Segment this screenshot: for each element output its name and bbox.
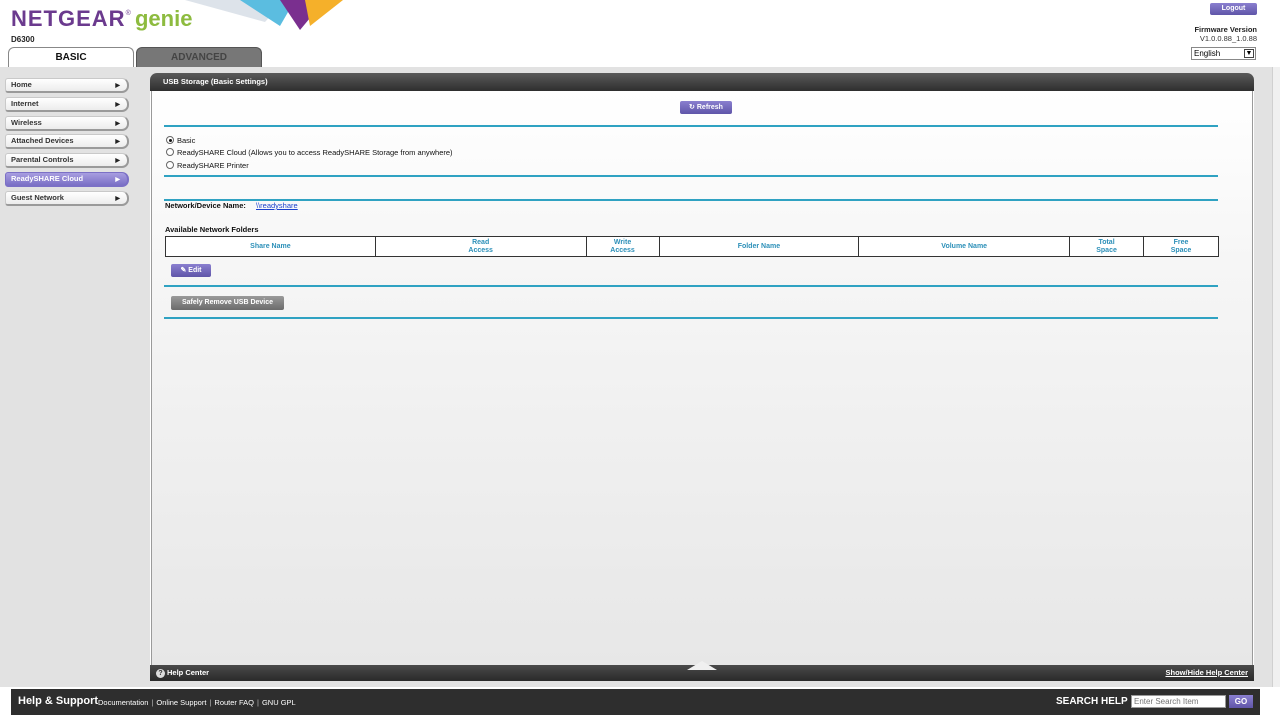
tab-advanced[interactable]: ADVANCED	[136, 47, 262, 67]
column-header-volume-name: Volume Name	[858, 236, 1071, 257]
radio-label: ReadySHARE Cloud (Allows you to access R…	[177, 148, 453, 157]
network-device-name-label: Network/Device Name:	[165, 201, 246, 210]
radio-option-readyshare-cloud[interactable]: ReadySHARE Cloud (Allows you to access R…	[166, 148, 453, 157]
usb-storage-panel: USB Storage (Basic Settings) ↻ Refresh B…	[150, 73, 1254, 681]
link-separator: |	[209, 698, 212, 707]
router-model: D6300	[11, 35, 35, 44]
sidebar-item-label: Guest Network	[11, 192, 64, 202]
refresh-icon: ↻	[689, 104, 695, 111]
sidebar-item-readyshare-cloud[interactable]: ReadySHARE Cloud ▶	[5, 171, 129, 187]
edit-button[interactable]: ✎ Edit	[171, 264, 211, 277]
netgear-genie-logo: NETGEAR® genie	[11, 6, 192, 32]
sidebar-item-label: ReadySHARE Cloud	[11, 173, 84, 183]
radio-button[interactable]	[166, 161, 174, 170]
language-select[interactable]: English ▼	[1191, 47, 1256, 60]
logout-button[interactable]: Logout	[1210, 3, 1257, 15]
section-divider	[164, 175, 1218, 177]
arrow-right-icon: ▶	[115, 101, 120, 108]
section-divider	[164, 285, 1218, 287]
firmware-version-value: V1.0.0.88_1.0.88	[1199, 34, 1257, 43]
radio-label: ReadySHARE Printer	[177, 161, 249, 170]
safely-remove-usb-button[interactable]: Safely Remove USB Device	[171, 296, 284, 310]
search-help-label: SEARCH HELP	[1056, 696, 1128, 707]
arrow-right-icon: ▶	[115, 139, 120, 146]
sidebar-item-label: Attached Devices	[11, 136, 74, 146]
link-separator: |	[257, 698, 259, 707]
logo-swoosh-graphic	[185, 0, 343, 30]
help-center-label: Help Center	[167, 668, 210, 677]
header: NETGEAR® genie D6300 BASIC ADVANCED Logo…	[0, 0, 1280, 67]
section-divider	[164, 317, 1218, 319]
search-help-input[interactable]	[1131, 695, 1226, 708]
table-header-row: Share Name Read Access Write Access Folder…	[165, 236, 1219, 257]
refresh-button-label: Refresh	[696, 104, 723, 111]
arrow-right-icon: ▶	[115, 120, 120, 127]
radio-button[interactable]	[166, 148, 174, 157]
network-folders-table: Share Name Read Access Write Access Folder…	[165, 236, 1219, 257]
panel-content: ↻ Refresh Basic ReadySHARE Cloud (Allows…	[151, 91, 1253, 665]
help-center-toggle[interactable]: ? Help Center	[156, 668, 209, 678]
page-scrollbar[interactable]	[1272, 67, 1280, 687]
radio-option-readyshare-printer[interactable]: ReadySHARE Printer	[166, 161, 249, 170]
sidebar-item-wireless[interactable]: Wireless ▶	[5, 115, 129, 131]
brand-registered-mark: ®	[125, 10, 131, 17]
column-header-read-access: Read Access	[374, 236, 587, 257]
firmware-version-label: Firmware Version	[1194, 25, 1257, 34]
sidebar-item-internet[interactable]: Internet ▶	[5, 96, 129, 112]
sidebar-item-attached-devices[interactable]: Attached Devices ▶	[5, 134, 129, 150]
sidebar-item-guest-network[interactable]: Guest Network ▶	[5, 190, 129, 206]
pencil-icon: ✎	[180, 267, 187, 274]
question-icon: ?	[156, 669, 165, 678]
column-header-folder-name: Folder Name	[658, 236, 860, 257]
help-support-links: Documentation | Online Support | Router FAQ |…	[98, 698, 296, 707]
column-header-free-space: Free Space	[1143, 236, 1219, 257]
sidebar-item-label: Wireless	[11, 117, 42, 127]
sidebar-item-parental-controls[interactable]: Parental Controls ▶	[5, 153, 129, 169]
available-folders-title: Available Network Folders	[165, 225, 259, 234]
help-center-bar: ? Help Center Show/Hide Help Center	[150, 661, 1254, 681]
show-hide-help-center-link[interactable]: Show/Hide Help Center	[1165, 668, 1248, 677]
sidebar-item-home[interactable]: Home ▶	[5, 78, 129, 93]
column-header-total-space: Total Space	[1069, 236, 1145, 257]
sidebar-item-label: Home	[11, 80, 32, 89]
radio-button[interactable]	[166, 136, 174, 145]
sidebar-item-label: Internet	[11, 98, 39, 108]
router-faq-link[interactable]: Router FAQ	[214, 698, 254, 707]
refresh-button[interactable]: ↻ Refresh	[680, 101, 732, 114]
arrow-right-icon: ▶	[115, 158, 120, 165]
column-header-write-access: Write Access	[585, 236, 660, 257]
edit-button-label: Edit	[188, 267, 202, 274]
arrow-right-icon: ▶	[115, 195, 120, 202]
sidebar-menu: Home ▶ Internet ▶ Wireless ▶ Attached De…	[5, 78, 129, 210]
product-name: genie	[134, 6, 193, 31]
expand-arrow-icon[interactable]	[687, 661, 717, 670]
link-separator: |	[151, 698, 154, 707]
column-header-share-name: Share Name	[165, 236, 376, 257]
tab-basic[interactable]: BASIC	[8, 47, 134, 67]
documentation-link[interactable]: Documentation	[98, 698, 148, 707]
section-divider	[164, 199, 1218, 201]
sidebar-item-label: Parental Controls	[11, 155, 74, 165]
panel-title: USB Storage (Basic Settings)	[150, 73, 1254, 91]
chevron-down-icon[interactable]: ▼	[1244, 49, 1254, 58]
radio-option-basic[interactable]: Basic	[166, 136, 195, 145]
help-support-title: Help & Support	[18, 695, 99, 707]
brand-name: NETGEAR	[11, 6, 126, 31]
online-support-link[interactable]: Online Support	[156, 698, 206, 707]
arrow-right-icon: ▶	[115, 176, 120, 183]
arrow-right-icon: ▶	[115, 83, 120, 89]
network-device-name-link[interactable]: \\readyshare	[256, 201, 298, 210]
gnu-gpl-link[interactable]: GNU GPL	[262, 698, 296, 707]
language-selected-value: English	[1194, 49, 1221, 58]
search-go-button[interactable]: GO	[1229, 695, 1253, 708]
section-divider	[164, 125, 1218, 127]
help-support-bar: Help & Support Documentation | Online Supp…	[11, 689, 1260, 715]
radio-label: Basic	[177, 136, 196, 145]
